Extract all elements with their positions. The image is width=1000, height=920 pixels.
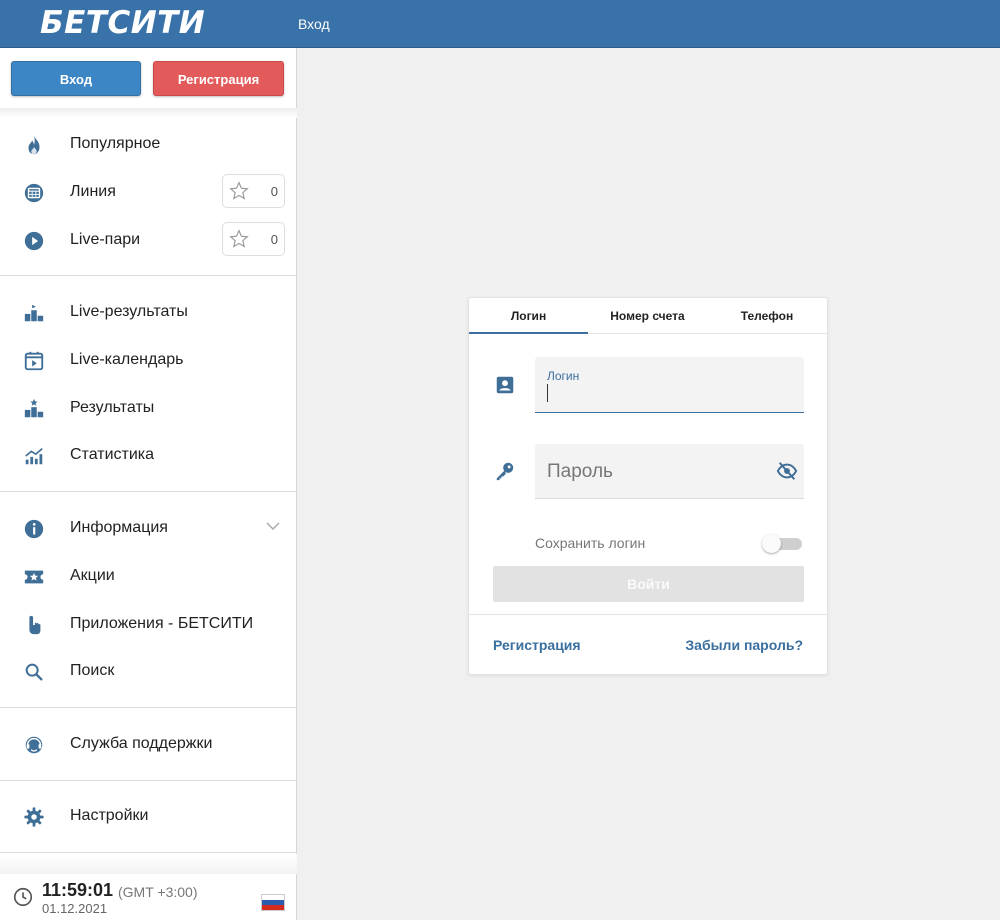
sidebar-item-popular[interactable]: Популярное xyxy=(0,124,297,164)
timezone: (GMT +3:00) xyxy=(118,884,198,900)
tab-login[interactable]: Логин xyxy=(469,298,588,334)
sidebar-login-button[interactable]: Вход xyxy=(11,61,141,96)
sidebar-item-label: Статистика xyxy=(70,446,155,463)
sidebar-item-label: Приложения - БЕТСИТИ xyxy=(70,615,254,632)
login-card: Логин Номер счета Телефон Логин Пароль С… xyxy=(468,297,828,675)
favorites-counter[interactable]: 0 xyxy=(222,222,285,256)
star-icon xyxy=(229,229,249,248)
fire-icon xyxy=(28,134,40,155)
touch-icon xyxy=(29,615,41,635)
menu-divider xyxy=(0,780,297,781)
clock-panel: 11:59:01 (GMT +3:00) 01.12.2021 xyxy=(0,854,297,920)
clock-icon xyxy=(13,887,33,907)
tab-phone[interactable]: Телефон xyxy=(707,298,827,334)
login-field-label: Логин xyxy=(547,369,580,383)
sidebar-item-results[interactable]: Результаты xyxy=(0,388,297,428)
sidebar-item-statistics[interactable]: Статистика xyxy=(0,435,297,475)
search-icon xyxy=(25,663,43,681)
info-icon xyxy=(24,519,44,539)
support-icon xyxy=(25,736,43,754)
calendar-grid-icon xyxy=(24,183,44,203)
menu-divider xyxy=(0,275,297,276)
podium-icon xyxy=(24,304,44,322)
menu-divider xyxy=(0,491,297,492)
register-link[interactable]: Регистрация xyxy=(493,637,581,653)
sidebar-item-label: Поиск xyxy=(70,662,115,679)
sidebar-item-info[interactable]: Информация xyxy=(0,508,297,548)
user-card-icon xyxy=(496,376,514,394)
tab-account-number[interactable]: Номер счета xyxy=(588,298,707,334)
sidebar-item-label: Результаты xyxy=(70,399,155,416)
favorites-counter[interactable]: 0 xyxy=(222,174,285,208)
auth-buttons: Вход Регистрация xyxy=(0,48,297,110)
eye-off-icon[interactable] xyxy=(776,460,798,482)
top-header: БЕТСИТИ Вход xyxy=(0,0,1000,48)
current-time: 11:59:01 xyxy=(42,880,114,900)
sidebar-item-label: Популярное xyxy=(70,135,161,152)
save-login-toggle[interactable] xyxy=(762,534,802,553)
calendar-play-icon xyxy=(24,351,44,371)
sidebar-item-live-results[interactable]: Live-результаты xyxy=(0,292,297,332)
password-field[interactable]: Пароль xyxy=(535,444,804,499)
sidebar-item-apps[interactable]: Приложения - БЕТСИТИ xyxy=(0,604,297,644)
play-circle-icon xyxy=(24,231,44,251)
forgot-password-link[interactable]: Забыли пароль? xyxy=(685,637,803,653)
save-login-label: Сохранить логин xyxy=(535,535,646,551)
submit-button[interactable]: Войти xyxy=(493,566,804,602)
menu-divider xyxy=(0,707,297,708)
sidebar-item-label: Линия xyxy=(70,183,116,200)
auth-shadow xyxy=(0,108,297,118)
chart-icon xyxy=(25,448,43,465)
text-caret xyxy=(547,384,548,402)
star-icon xyxy=(229,181,249,200)
sidebar-item-live-calendar[interactable]: Live-календарь xyxy=(0,340,297,380)
card-divider xyxy=(469,614,827,615)
sidebar-item-label: Live-календарь xyxy=(70,351,184,368)
header-login-link[interactable]: Вход xyxy=(298,16,330,32)
chevron-down-icon[interactable] xyxy=(266,521,280,531)
ticket-star-icon xyxy=(24,570,44,584)
sidebar-item-label: Настройки xyxy=(70,807,149,824)
favorites-count: 0 xyxy=(270,232,278,247)
brand-logo[interactable]: БЕТСИТИ xyxy=(40,5,205,41)
sidebar-item-label: Live-результаты xyxy=(70,303,188,320)
gear-icon xyxy=(24,807,44,827)
login-field[interactable]: Логин xyxy=(535,357,804,413)
sidebar-item-label: Акции xyxy=(70,567,115,584)
sidebar-item-label: Информация xyxy=(70,519,168,536)
password-placeholder: Пароль xyxy=(547,461,613,482)
sidebar-item-label: Live-пари xyxy=(70,231,141,248)
language-flag-icon[interactable] xyxy=(261,894,285,911)
sidebar-item-settings[interactable]: Настройки xyxy=(0,796,297,836)
sidebar-register-button[interactable]: Регистрация xyxy=(153,61,284,96)
sidebar-item-line[interactable]: Линия 0 xyxy=(0,172,297,212)
podium-star-icon xyxy=(24,398,44,418)
current-date: 01.12.2021 xyxy=(42,901,108,916)
sidebar-item-label: Служба поддержки xyxy=(70,735,213,752)
menu-divider xyxy=(0,852,297,853)
favorites-count: 0 xyxy=(270,184,278,199)
sidebar: Вход Регистрация Популярное Линия 0 Live… xyxy=(0,48,297,920)
sidebar-item-support[interactable]: Служба поддержки xyxy=(0,724,297,764)
sidebar-item-search[interactable]: Поиск xyxy=(0,651,297,691)
sidebar-item-live[interactable]: Live-пари 0 xyxy=(0,220,297,260)
sidebar-item-promotions[interactable]: Акции xyxy=(0,556,297,596)
key-icon xyxy=(496,462,514,481)
login-tabs: Логин Номер счета Телефон xyxy=(469,298,827,334)
